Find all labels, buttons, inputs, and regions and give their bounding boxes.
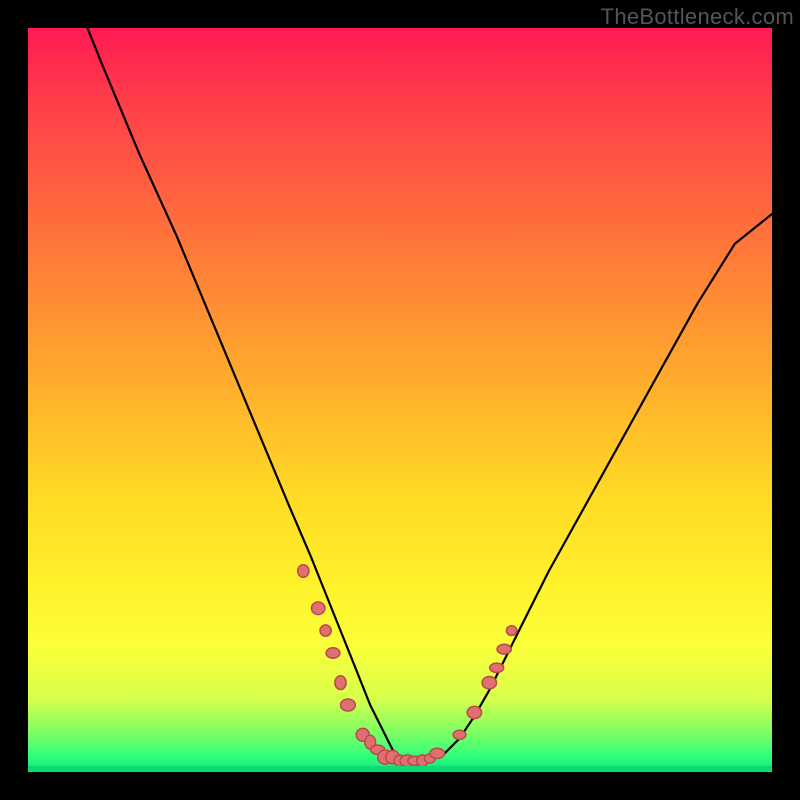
watermark-text: TheBottleneck.com (601, 4, 794, 30)
scatter-group (298, 565, 517, 767)
scatter-point (312, 602, 325, 615)
scatter-point (497, 644, 511, 654)
scatter-point (453, 730, 466, 739)
scatter-point (467, 706, 481, 718)
scatter-point (506, 626, 516, 636)
scatter-point (320, 625, 331, 636)
chart-svg (28, 28, 772, 772)
scatter-point (298, 565, 309, 578)
bottleneck-curve (88, 28, 773, 763)
plot-area (28, 28, 772, 772)
scatter-point (326, 648, 340, 658)
scatter-point (335, 676, 346, 690)
chart-frame: TheBottleneck.com (0, 0, 800, 800)
scatter-point (490, 663, 504, 672)
scatter-point (430, 748, 445, 758)
plot-bottom-edge (28, 766, 772, 772)
scatter-point (482, 677, 496, 689)
scatter-point (341, 699, 356, 711)
